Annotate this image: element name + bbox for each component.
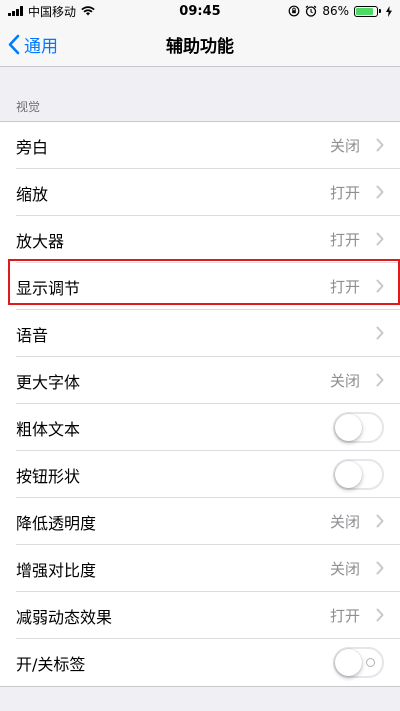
chevron-left-icon [8, 34, 20, 55]
row-label: 减弱动态效果 [16, 607, 113, 627]
back-button[interactable]: 通用 [8, 22, 58, 67]
carrier-label: 中国移动 [28, 4, 77, 19]
row-label: 语音 [16, 325, 49, 345]
list-item[interactable]: 缩放 打开 [0, 169, 400, 216]
list-item[interactable]: 按钮形状 [0, 451, 400, 498]
orientation-lock-icon [288, 5, 300, 17]
back-label: 通用 [24, 37, 58, 57]
toggle-knob [335, 414, 362, 441]
chevron-right-icon [376, 138, 384, 152]
chevron-right-icon [376, 326, 384, 340]
page-title: 辅助功能 [166, 37, 234, 57]
row-value: 关闭 [329, 137, 360, 155]
row-value: 关闭 [329, 560, 360, 578]
list-item[interactable]: 语音 [0, 310, 400, 357]
settings-list: 旁白 关闭 缩放 打开 放大器 打开 显示调节 打开 语音 更大字体 关闭 粗体文本 按钮形状 降低透明度… [0, 121, 400, 687]
row-label: 降低透明度 [16, 513, 97, 533]
list-item[interactable]: 放大器 打开 [0, 216, 400, 263]
row-value: 打开 [329, 278, 360, 296]
wifi-icon [81, 6, 95, 16]
list-item[interactable]: 旁白 关闭 [0, 122, 400, 169]
chevron-right-icon [376, 279, 384, 293]
row-value: 打开 [329, 184, 360, 202]
toggle-knob [335, 461, 362, 488]
battery-percent: 86% [322, 4, 349, 18]
row-value: 关闭 [329, 513, 360, 531]
row-label: 更大字体 [16, 372, 81, 392]
status-right: 86% [288, 4, 392, 18]
toggle-switch[interactable] [333, 647, 384, 678]
list-item[interactable]: 开/关标签 [0, 639, 400, 686]
charging-bolt-icon [386, 5, 392, 17]
section-header: 视觉 [16, 100, 41, 114]
list-item[interactable]: 降低透明度 关闭 [0, 498, 400, 545]
chevron-right-icon [376, 608, 384, 622]
list-item[interactable]: 粗体文本 [0, 404, 400, 451]
row-label: 显示调节 [16, 278, 81, 298]
row-value: 关闭 [329, 372, 360, 390]
list-item[interactable]: 增强对比度 关闭 [0, 545, 400, 592]
toggle-switch[interactable] [333, 459, 384, 490]
chevron-right-icon [376, 514, 384, 528]
chevron-right-icon [376, 561, 384, 575]
battery-icon [354, 5, 381, 17]
signal-icon [8, 6, 23, 16]
toggle-off-indicator-icon [366, 658, 375, 667]
row-label: 缩放 [16, 184, 49, 204]
status-left: 中国移动 [8, 3, 95, 20]
row-value: 打开 [329, 231, 360, 249]
row-label: 增强对比度 [16, 560, 97, 580]
toggle-knob [335, 649, 362, 676]
chevron-right-icon [376, 185, 384, 199]
chevron-right-icon [376, 373, 384, 387]
list-item[interactable]: 显示调节 打开 [0, 263, 400, 310]
chevron-right-icon [376, 232, 384, 246]
row-label: 放大器 [16, 231, 65, 251]
nav-bar: 通用 辅助功能 [0, 22, 400, 67]
toggle-switch[interactable] [333, 412, 384, 443]
list-item[interactable]: 更大字体 关闭 [0, 357, 400, 404]
status-bar: 中国移动 09:45 86% [0, 0, 400, 22]
row-value: 打开 [329, 607, 360, 625]
list-item[interactable]: 减弱动态效果 打开 [0, 592, 400, 639]
alarm-icon [305, 5, 317, 17]
battery-fill [356, 7, 374, 15]
row-label: 旁白 [16, 137, 49, 157]
